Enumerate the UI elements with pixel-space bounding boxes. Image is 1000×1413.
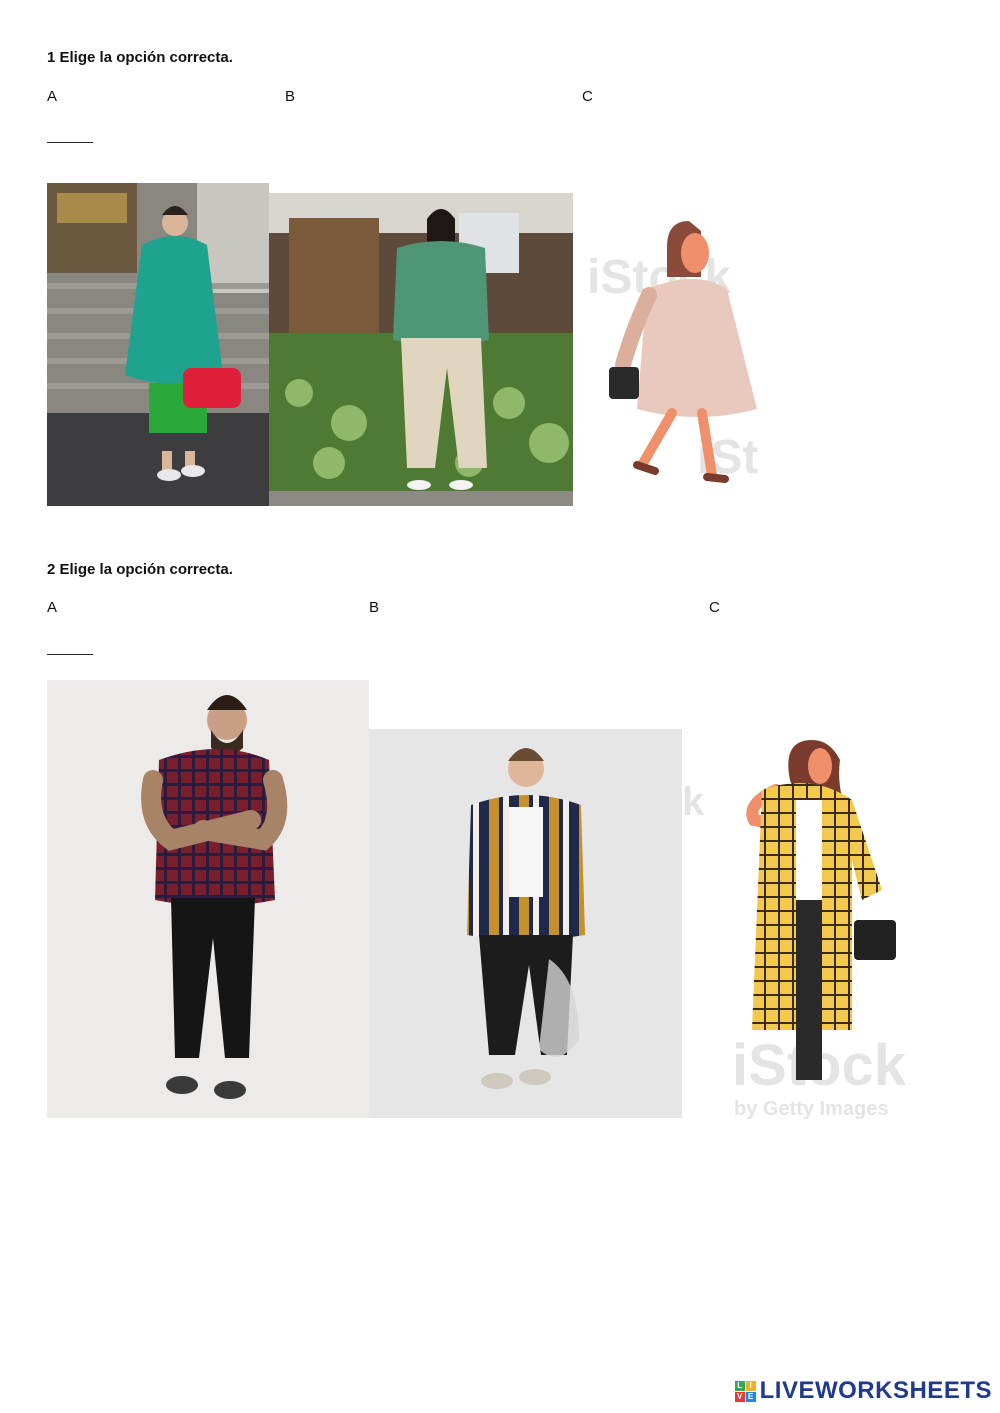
question-1-title: 1 Elige la opción correcta. — [47, 49, 233, 66]
man-striped-shirt-photo — [369, 729, 682, 1118]
istock-watermark-top-2: k — [682, 780, 705, 824]
question-1-option-b[interactable]: B — [285, 88, 295, 105]
liveworksheets-logo[interactable]: L I V E LIVEWORKSHEETS — [734, 1377, 992, 1405]
logo-letter-v: V — [734, 1391, 745, 1402]
question-2-answer-blank[interactable] — [47, 654, 93, 655]
question-1-option-a[interactable]: A — [47, 88, 57, 105]
logo-letter-l: L — [734, 1380, 745, 1391]
question-2-option-b[interactable]: B — [369, 599, 379, 616]
woman-yellow-check-coat-illustration: k iStock by Getty Images — [682, 730, 940, 1120]
question-2-option-c[interactable]: C — [709, 599, 720, 616]
liveworksheets-logo-icon: L I V E — [734, 1380, 756, 1402]
istock-watermark-sub: by Getty Images — [734, 1098, 889, 1120]
liveworksheets-logo-text: LIVEWORKSHEETS — [759, 1377, 992, 1404]
woman-teal-sweater-photo — [47, 183, 269, 506]
question-2-option-a[interactable]: A — [47, 599, 57, 616]
woman-green-top-beige-pants-photo — [269, 193, 573, 506]
question-2-title: 2 Elige la opción correcta. — [47, 561, 233, 578]
man-plaid-shirt-photo — [47, 680, 369, 1118]
question-1-option-c[interactable]: C — [582, 88, 593, 105]
question-1-answer-blank[interactable] — [47, 142, 93, 143]
logo-letter-e: E — [745, 1391, 756, 1402]
woman-pink-dress-illustration: iStock iSt — [577, 215, 787, 505]
logo-letter-i: I — [745, 1380, 756, 1391]
